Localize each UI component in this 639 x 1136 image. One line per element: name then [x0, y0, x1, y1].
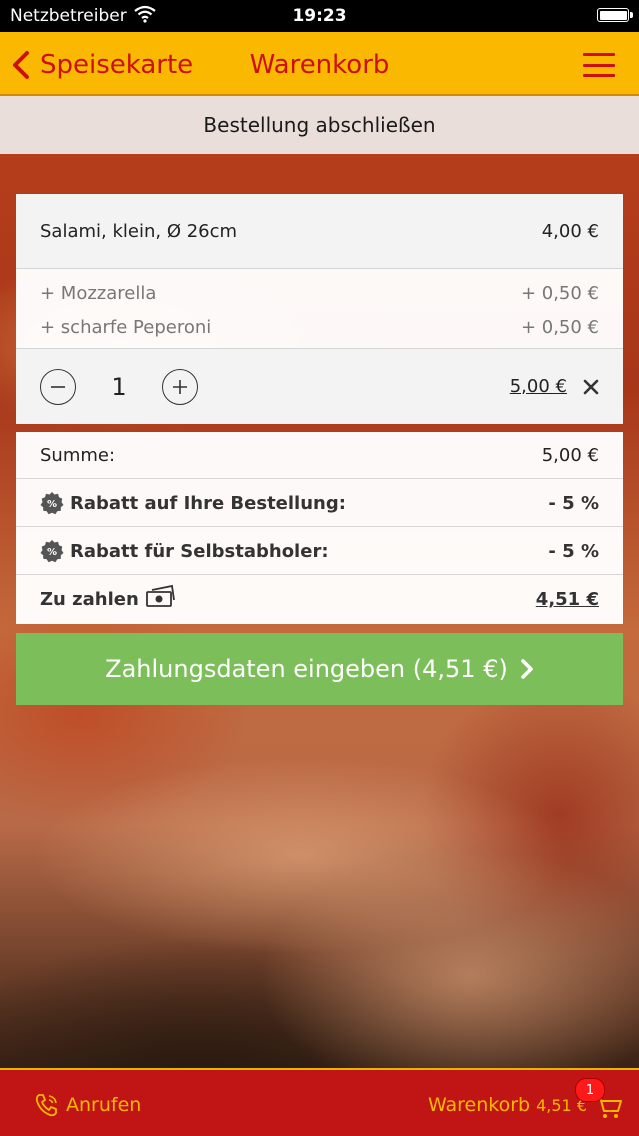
- discount-order-label: Rabatt auf Ihre Bestellung:: [70, 492, 346, 514]
- extra-row: + Mozzarella + 0,50 €: [16, 276, 623, 310]
- chevron-left-icon: [13, 51, 29, 79]
- svg-text:%: %: [47, 547, 57, 558]
- cart-count-badge: 1: [575, 1078, 605, 1102]
- discount-badge-icon: %: [40, 540, 64, 563]
- quantity-value: 1: [111, 372, 127, 401]
- line-total: 5,00 €: [509, 376, 567, 397]
- item-price: 4,00 €: [541, 220, 599, 242]
- status-bar: Netzbetreiber 19:23: [0, 0, 639, 32]
- clock: 19:23: [292, 6, 347, 26]
- cash-icon: [145, 584, 175, 607]
- discount-pickup-value: - 5 %: [548, 540, 599, 562]
- battery-icon: [597, 8, 633, 22]
- call-label: Anrufen: [66, 1094, 142, 1116]
- menu-icon[interactable]: [583, 53, 615, 77]
- cart-button[interactable]: Warenkorb 4,51 €: [428, 1094, 587, 1116]
- extra-name: + Mozzarella: [40, 282, 157, 304]
- chevron-right-icon: [521, 659, 533, 679]
- cart-label: Warenkorb: [427, 1094, 531, 1116]
- discount-pickup-row: % Rabatt für Selbstabholer: - 5 %: [16, 528, 623, 575]
- quantity-row: 1 5,00 €: [16, 348, 623, 424]
- increase-quantity-button[interactable]: [162, 368, 198, 405]
- total-label: Zu zahlen: [40, 589, 139, 610]
- minus-icon: [51, 385, 65, 388]
- enter-payment-button[interactable]: Zahlungsdaten eingeben (4,51 €): [16, 633, 623, 705]
- remove-item-icon[interactable]: [583, 379, 599, 395]
- nav-bar: Speisekarte Warenkorb: [0, 32, 639, 96]
- item-name: Salami, klein, Ø 26cm: [40, 220, 238, 242]
- back-label: Speisekarte: [40, 50, 194, 80]
- extra-row: + scharfe Peperoni + 0,50 €: [16, 310, 623, 344]
- extra-price: + 0,50 €: [520, 282, 599, 304]
- back-button[interactable]: Speisekarte: [10, 50, 193, 80]
- extra-name: + scharfe Peperoni: [40, 316, 212, 338]
- subheader-title: Bestellung abschließen: [0, 96, 639, 154]
- sum-value: 5,00 €: [541, 444, 599, 466]
- discount-order-value: - 5 %: [548, 492, 599, 514]
- decrease-quantity-button[interactable]: [40, 368, 76, 405]
- sum-row: Summe: 5,00 €: [16, 432, 623, 479]
- quantity-stepper: 1: [40, 368, 198, 405]
- total-row: Zu zahlen 4,51 €: [16, 576, 623, 623]
- discount-pickup-label: Rabatt für Selbstabholer:: [70, 540, 329, 562]
- extra-price: + 0,50 €: [520, 316, 599, 338]
- discount-order-row: % Rabatt auf Ihre Bestellung: - 5 %: [16, 480, 623, 527]
- plus-icon: [173, 379, 187, 394]
- summary-card: Summe: 5,00 € % Rabatt auf Ihre Bestellu…: [16, 432, 623, 624]
- item-row: Salami, klein, Ø 26cm 4,00 €: [16, 194, 623, 269]
- call-button[interactable]: Anrufen: [34, 1092, 141, 1118]
- discount-badge-icon: %: [40, 492, 64, 515]
- order-item-card: Salami, klein, Ø 26cm 4,00 € + Mozzarell…: [16, 194, 623, 424]
- total-value: 4,51 €: [535, 589, 599, 610]
- footer-bar: Anrufen Warenkorb 4,51 € 1: [0, 1068, 639, 1136]
- phone-icon: [35, 1094, 57, 1117]
- svg-text:%: %: [47, 499, 57, 510]
- pay-button-label: Zahlungsdaten eingeben (4,51 €): [105, 655, 508, 683]
- sum-label: Summe:: [40, 444, 116, 466]
